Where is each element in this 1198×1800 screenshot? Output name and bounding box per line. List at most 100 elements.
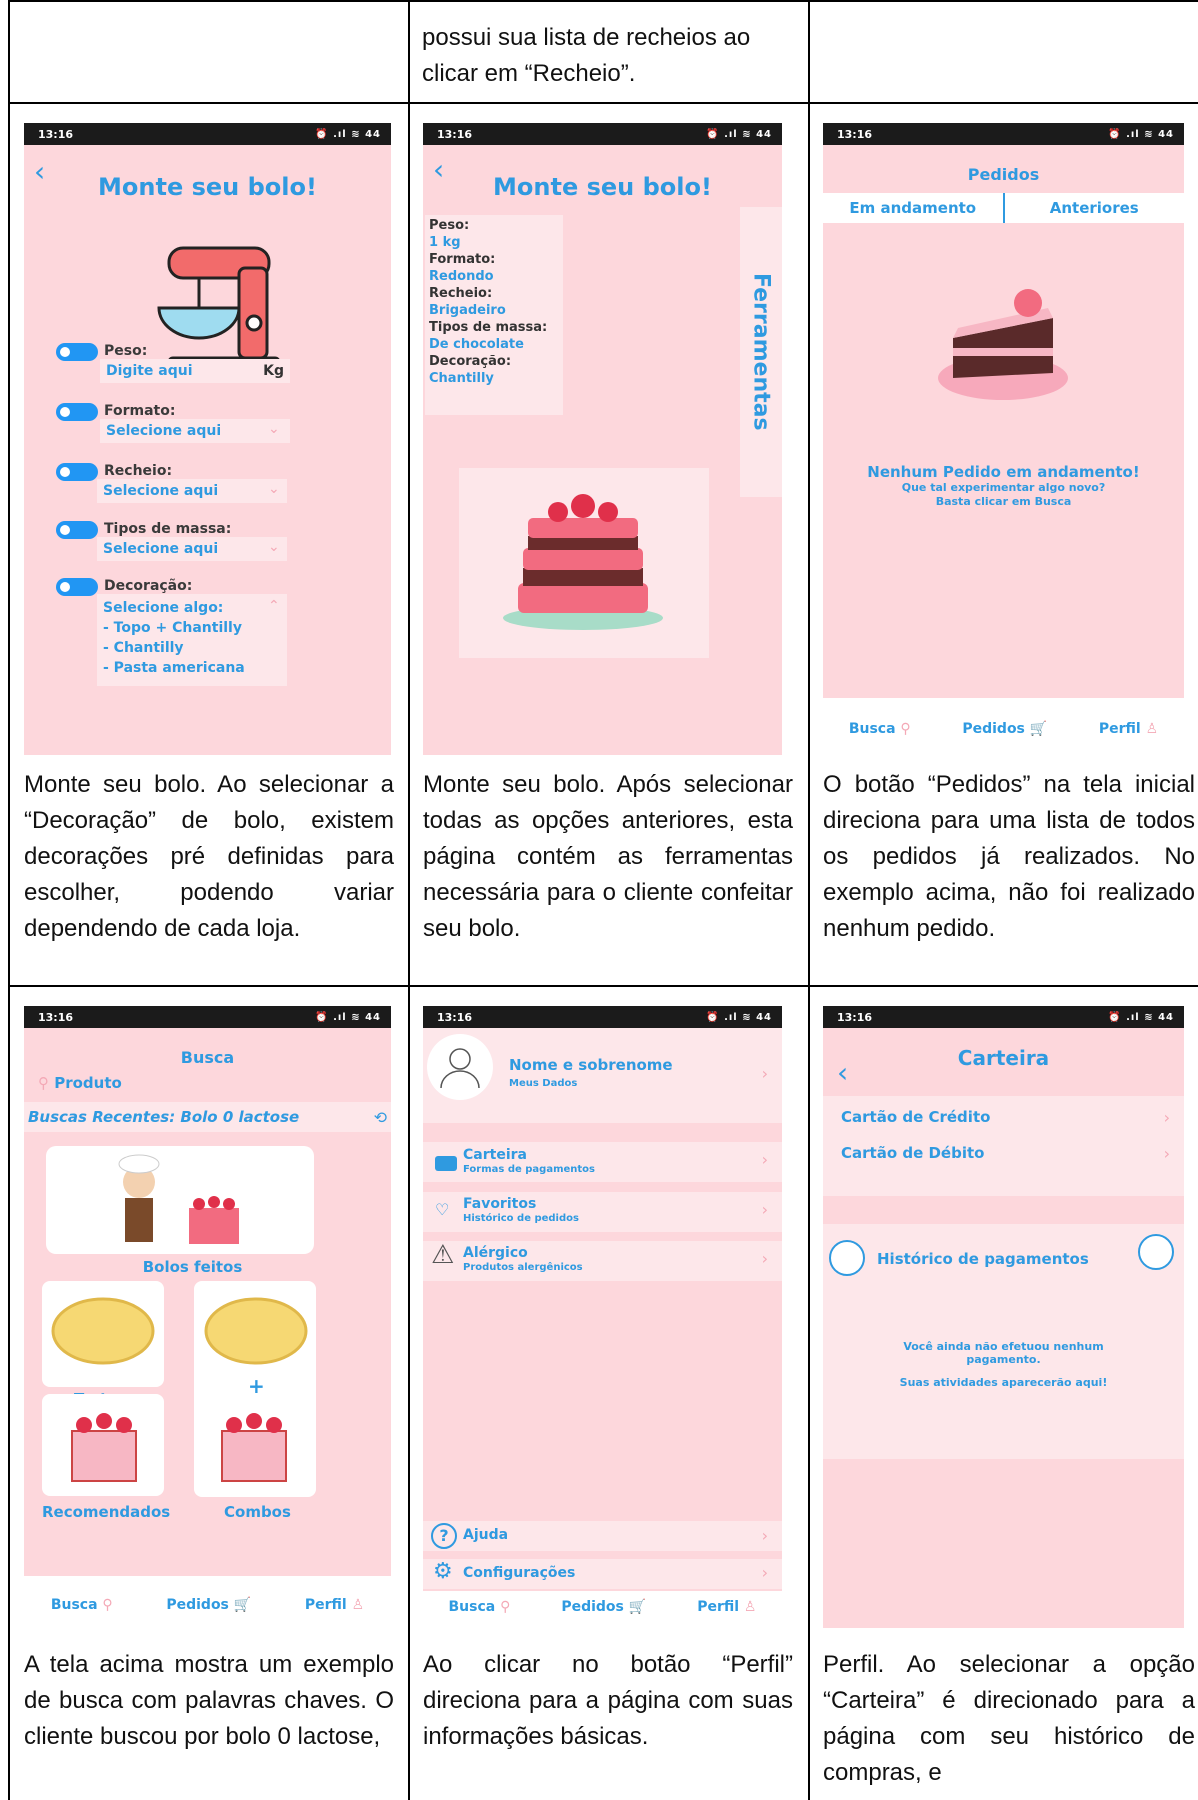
- decoracao-option[interactable]: - Topo + Chantilly: [103, 618, 281, 638]
- decoracao-option[interactable]: - Chantilly: [103, 638, 281, 658]
- mixer-icon: [157, 246, 281, 372]
- summary-value: Chantilly: [429, 371, 494, 386]
- status-time: 13:16: [38, 127, 74, 141]
- summary-value: Brigadeiro: [429, 303, 506, 318]
- peso-toggle[interactable]: [56, 343, 98, 361]
- tools-tab[interactable]: Ferramentas: [740, 207, 782, 497]
- status-time: 13:16: [437, 1010, 473, 1024]
- chevron-right-icon: ›: [761, 1526, 768, 1545]
- cake-icon: [503, 494, 663, 630]
- bottom-nav: Busca ⚲ Pedidos 🛒 Perfil ♙: [423, 1599, 782, 1615]
- decoracao-option[interactable]: - Pasta americana: [103, 658, 281, 678]
- chevron-right-icon: ›: [761, 1200, 768, 1219]
- status-bar: 13:16 ⏰ .ıl ≋ 44: [24, 1006, 391, 1028]
- tools-label: Ferramentas: [748, 273, 774, 431]
- orders-tabs: Em andamento Anteriores: [823, 193, 1184, 223]
- search-placeholder: Produto: [54, 1074, 122, 1092]
- status-icons: ⏰ .ıl ≋ 44: [315, 1011, 381, 1023]
- category-combos-label: Combos: [224, 1503, 291, 1521]
- chevron-down-icon: ⌄: [268, 481, 280, 497]
- status-bar: 13:16 ⏰ .ıl ≋ 44: [823, 1006, 1184, 1028]
- card-debito-label[interactable]: Cartão de Débito: [841, 1144, 984, 1162]
- chevron-down-icon: ⌄: [268, 421, 280, 437]
- nav-pedidos[interactable]: Pedidos 🛒: [561, 1599, 646, 1615]
- decoracao-select[interactable]: Selecione algo: - Topo + Chantilly - Cha…: [97, 594, 287, 686]
- status-time: 13:16: [437, 127, 473, 141]
- cart-icon: 🛒: [233, 1597, 252, 1613]
- table-col-divider: [808, 0, 810, 1800]
- status-icons: ⏰ .ıl ≋ 44: [1108, 1011, 1174, 1023]
- menu-ajuda-label: Ajuda: [463, 1527, 509, 1543]
- formato-toggle[interactable]: [56, 403, 98, 421]
- table-col-divider: [408, 0, 410, 1800]
- nav-perfil[interactable]: Perfil ♙: [305, 1597, 364, 1613]
- cake-slice-icon: [938, 289, 1068, 400]
- category-recomendados-label: Recomendados: [42, 1503, 171, 1521]
- caption-monte-seu-bolo-1: Monte seu bolo. Ao selecionar a “Decoraç…: [24, 771, 394, 942]
- menu-carteira-sub: Formas de pagamentos: [463, 1164, 595, 1175]
- page-title: Busca: [180, 1048, 235, 1067]
- clock-icon: [829, 1240, 865, 1276]
- chevron-right-icon: ›: [1163, 1108, 1170, 1127]
- nav-busca[interactable]: Busca ⚲: [51, 1597, 113, 1613]
- status-bar: 13:16 ⏰ .ıl ≋ 44: [24, 123, 391, 145]
- decoracao-label: Decoração:: [104, 578, 193, 594]
- summary-label: Tipos de massa:: [429, 320, 548, 335]
- nav-pedidos[interactable]: Pedidos 🛒: [962, 721, 1047, 737]
- menu-configuracoes-label: Configurações: [463, 1565, 576, 1581]
- chevron-right-icon: ›: [761, 1064, 768, 1083]
- tab-em-andamento[interactable]: Em andamento: [823, 193, 1005, 223]
- table-row-divider: [8, 102, 1198, 104]
- peso-placeholder: Digite aqui: [106, 363, 193, 379]
- page-title: Monte seu bolo!: [493, 173, 712, 201]
- menu-favoritos-sub: Histórico de pedidos: [463, 1213, 579, 1224]
- recheio-label: Recheio:: [104, 463, 173, 479]
- page-title: Monte seu bolo!: [98, 173, 317, 201]
- page-title: Pedidos: [967, 165, 1040, 184]
- nav-busca[interactable]: Busca ⚲: [849, 721, 911, 737]
- decoracao-toggle[interactable]: [56, 578, 98, 596]
- recent-searches[interactable]: Buscas Recentes: Bolo 0 lactose ⟲: [24, 1102, 391, 1132]
- screen-monte-seu-bolo-form: 13:16 ⏰ .ıl ≋ 44 ‹ Monte seu bolo! Peso: …: [24, 123, 391, 755]
- chevron-right-icon: ›: [761, 1563, 768, 1582]
- formato-select[interactable]: Selecione aqui: [100, 419, 290, 443]
- screen-monte-seu-bolo-summary: 13:16 ⏰ .ıl ≋ 44 ‹ Monte seu bolo! Peso: …: [423, 123, 782, 755]
- recheio-toggle[interactable]: [56, 463, 98, 481]
- user-icon: ♙: [1145, 721, 1159, 737]
- nav-busca-label: Busca: [848, 721, 896, 737]
- search-icon: ⚲: [38, 1074, 49, 1092]
- nav-pedidos-label: Pedidos: [561, 1599, 624, 1615]
- status-bar: 13:16 ⏰ .ıl ≋ 44: [423, 1006, 782, 1028]
- cart-icon: 🛒: [628, 1599, 647, 1615]
- user-icon: ♙: [743, 1599, 757, 1615]
- peso-input[interactable]: Digite aqui Kg: [100, 359, 290, 383]
- search-icon: ⚲: [102, 1597, 113, 1613]
- screen-perfil: 13:16 ⏰ .ıl ≋ 44 Nome e sobrenome Meus Da…: [423, 1006, 782, 1628]
- chevron-down-icon: ⌄: [268, 539, 280, 555]
- chevron-right-icon: ›: [761, 1249, 768, 1268]
- nav-pedidos[interactable]: Pedidos 🛒: [166, 1597, 251, 1613]
- nav-perfil[interactable]: Perfil ♙: [1099, 721, 1158, 737]
- status-icons: ⏰ .ıl ≋ 44: [706, 1011, 772, 1023]
- recent-search-text: Buscas Recentes: Bolo 0 lactose: [28, 1108, 300, 1126]
- massa-toggle[interactable]: [56, 521, 98, 539]
- caption-pedidos: O botão “Pedidos” na tela inicial direci…: [823, 771, 1195, 942]
- massa-select[interactable]: Selecione aqui: [97, 537, 287, 561]
- order-summary: Peso: 1 kg Formato: Redondo Recheio: Bri…: [425, 215, 563, 415]
- tab-anteriores[interactable]: Anteriores: [1005, 193, 1185, 223]
- history-icon[interactable]: ⟲: [374, 1108, 387, 1127]
- nav-perfil[interactable]: Perfil ♙: [697, 1599, 756, 1615]
- chevron-right-icon: ›: [1163, 1144, 1170, 1163]
- summary-label: Recheio:: [429, 286, 493, 301]
- search-input[interactable]: ⚲ Produto: [38, 1074, 122, 1092]
- status-time: 13:16: [38, 1010, 74, 1024]
- recheio-select[interactable]: Selecione aqui: [97, 479, 287, 503]
- table-border-top: [8, 0, 1198, 2]
- avatar: [427, 1034, 493, 1100]
- nav-busca[interactable]: Busca ⚲: [448, 1599, 510, 1615]
- pie-icon: [51, 1297, 155, 1365]
- nav-perfil-label: Perfil: [304, 1597, 347, 1613]
- status-icons: ⏰ .ıl ≋ 44: [1108, 128, 1174, 140]
- heart-icon: ♡: [435, 1200, 450, 1219]
- peso-label: Peso:: [104, 343, 148, 359]
